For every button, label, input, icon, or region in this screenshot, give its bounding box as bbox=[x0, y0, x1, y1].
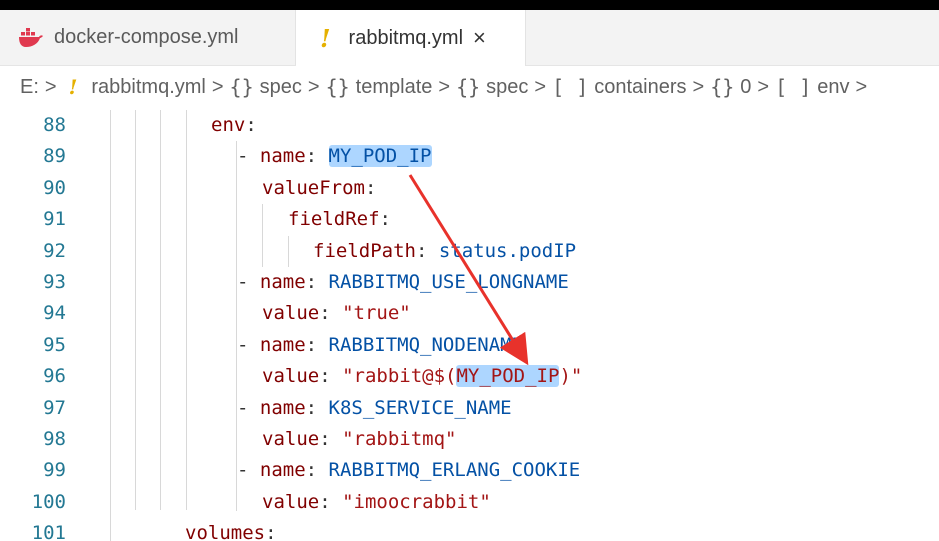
chevron-right-icon: > bbox=[438, 75, 451, 98]
editor-tab-bar: docker-compose.yml ! rabbitmq.yml × bbox=[0, 10, 939, 66]
line-number: 93 bbox=[43, 271, 66, 293]
code-line: 88 env: bbox=[0, 110, 939, 141]
code-line: 98 value: "rabbitmq" bbox=[0, 424, 939, 455]
window-top-bar bbox=[0, 0, 939, 10]
code-line: 92 fieldPath: status.podIP bbox=[0, 236, 939, 267]
array-icon: [ ] bbox=[552, 75, 589, 99]
yaml-warning-icon: ! bbox=[320, 23, 331, 53]
code-line: 97 - name: K8S_SERVICE_NAME bbox=[0, 393, 939, 424]
breadcrumb-item-index-0[interactable]: > {} 0 bbox=[687, 75, 752, 99]
line-number: 100 bbox=[31, 490, 66, 513]
code-editor[interactable]: 88 env: 89 - name: MY_POD_IP 90 valueFro… bbox=[0, 110, 939, 541]
code-line: 100 value: "imoocrabbit" bbox=[0, 487, 939, 518]
code-line: 96 value: "rabbit@$(MY_POD_IP)" bbox=[0, 361, 939, 392]
breadcrumb-item-env[interactable]: > [ ] env > bbox=[751, 75, 873, 99]
chevron-right-icon: > bbox=[692, 75, 705, 98]
tab-label: rabbitmq.yml bbox=[348, 26, 464, 49]
line-number: 91 bbox=[43, 208, 66, 231]
selection-highlight: MY_POD_IP bbox=[328, 145, 432, 168]
line-number: 90 bbox=[43, 176, 66, 199]
breadcrumb-item-template[interactable]: > {} template bbox=[302, 75, 433, 99]
code-line: 91 fieldRef: bbox=[0, 204, 939, 235]
code-line: 94 value: "true" bbox=[0, 298, 939, 329]
code-line: 99 - name: RABBITMQ_ERLANG_COOKIE bbox=[0, 455, 939, 486]
object-icon: {} bbox=[325, 75, 350, 99]
object-icon: {} bbox=[456, 75, 481, 99]
tab-label: docker-compose.yml bbox=[54, 26, 239, 48]
selection-highlight: MY_POD_IP bbox=[456, 365, 560, 388]
chevron-right-icon: > bbox=[757, 75, 770, 98]
tab-rabbitmq[interactable]: ! rabbitmq.yml × bbox=[296, 10, 526, 66]
breadcrumb-item-file[interactable]: > ! rabbitmq.yml bbox=[39, 75, 206, 99]
line-number: 97 bbox=[43, 396, 66, 419]
code-line: 90 valueFrom: bbox=[0, 173, 939, 204]
chevron-right-icon: > bbox=[44, 75, 57, 98]
breadcrumb-item-drive[interactable]: E: bbox=[20, 76, 39, 99]
code-line: 101 volumes: bbox=[0, 518, 939, 541]
breadcrumb: E: > ! rabbitmq.yml > {} spec > {} templ… bbox=[0, 66, 939, 108]
line-number: 92 bbox=[43, 239, 66, 262]
line-number: 99 bbox=[43, 459, 66, 482]
tab-docker-compose[interactable]: docker-compose.yml bbox=[0, 10, 296, 65]
yaml-warning-icon: ! bbox=[68, 75, 78, 99]
chevron-right-icon: > bbox=[534, 75, 547, 98]
line-number: 95 bbox=[43, 333, 66, 356]
code-line: 93 - name: RABBITMQ_USE_LONGNAME bbox=[0, 267, 939, 298]
line-number: 98 bbox=[43, 428, 66, 450]
breadcrumb-item-spec-inner[interactable]: > {} spec bbox=[432, 75, 528, 99]
chevron-right-icon: > bbox=[855, 75, 868, 98]
line-number: 96 bbox=[43, 365, 66, 388]
chevron-right-icon: > bbox=[307, 75, 320, 98]
code-line: 95 - name: RABBITMQ_NODENAME bbox=[0, 330, 939, 361]
line-number: 88 bbox=[43, 114, 66, 136]
object-icon: {} bbox=[710, 75, 735, 99]
breadcrumb-item-containers[interactable]: > [ ] containers bbox=[528, 75, 686, 99]
object-icon: {} bbox=[229, 75, 254, 99]
code-line: 89 - name: MY_POD_IP bbox=[0, 141, 939, 172]
line-number: 94 bbox=[43, 302, 66, 325]
breadcrumb-item-spec[interactable]: > {} spec bbox=[206, 75, 302, 99]
docker-icon bbox=[18, 27, 44, 48]
chevron-right-icon: > bbox=[211, 75, 224, 98]
line-number: 101 bbox=[31, 522, 66, 541]
array-icon: [ ] bbox=[775, 75, 812, 99]
line-number: 89 bbox=[43, 145, 66, 168]
close-icon[interactable]: × bbox=[473, 25, 486, 51]
